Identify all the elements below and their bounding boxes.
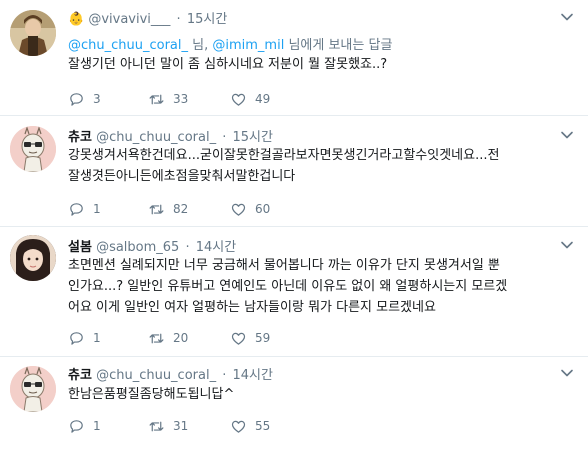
- heart-outline-icon: [231, 332, 246, 345]
- chevron-down-icon[interactable]: [560, 238, 574, 252]
- reply-count: 1: [93, 202, 101, 216]
- tweet-header: 👶 @vivavivi___ · 15시간: [68, 8, 227, 27]
- like-count: 49: [255, 92, 271, 106]
- tweet-text-line: 한남은품평질좀당해도됩니답^: [68, 387, 235, 402]
- retweet-button[interactable]: 33: [148, 90, 188, 108]
- like-count: 55: [255, 419, 271, 433]
- timestamp[interactable]: 14시간: [196, 240, 236, 255]
- reply-count: 1: [93, 419, 101, 433]
- user-handle[interactable]: @chu_chuu_coral_: [96, 368, 216, 383]
- avatar-photo: [10, 235, 56, 281]
- heart-outline-icon: [231, 203, 246, 216]
- tweet-text-line: 잘생겻든아니든에초점을맞춰서말한겁니다: [68, 169, 296, 184]
- retweet-arrows-icon: [149, 333, 164, 343]
- like-count: 60: [255, 202, 271, 216]
- tweet-text: 잘생기던 아니던 말이 좀 심하시네요 저분이 뭘 잘못했죠..?: [68, 54, 578, 75]
- retweet-arrows-icon: [149, 204, 164, 214]
- heart-outline-icon: [231, 93, 246, 106]
- user-handle[interactable]: @vivavivi___: [88, 12, 170, 27]
- chevron-down-icon[interactable]: [560, 10, 574, 24]
- speech-bubble-icon: [70, 419, 83, 433]
- separator-dot: ·: [222, 368, 227, 383]
- avatar[interactable]: [10, 235, 56, 281]
- reply-button[interactable]: 1: [68, 200, 101, 218]
- display-name[interactable]: 츄코: [68, 368, 92, 383]
- display-name[interactable]: 설봄: [68, 240, 92, 255]
- retweet-button[interactable]: 20: [148, 329, 188, 347]
- retweet-arrows-icon: [149, 94, 164, 104]
- retweet-count: 33: [173, 92, 189, 106]
- tweet-text-line: 잘생기던 아니던 말이 좀 심하시네요 저분이 뭘 잘못했죠..?: [68, 57, 388, 72]
- avatar[interactable]: [10, 126, 56, 172]
- avatar-photo: [10, 10, 56, 56]
- like-button[interactable]: 55: [230, 417, 270, 435]
- speech-bubble-icon: [70, 92, 83, 106]
- tweet-text: 한남은품평질좀당해도됩니답^: [68, 384, 578, 405]
- avatar[interactable]: [10, 10, 56, 56]
- timestamp[interactable]: 14시간: [233, 368, 273, 383]
- like-button[interactable]: 49: [230, 90, 270, 108]
- separator-dot: ·: [176, 12, 181, 27]
- retweet-count: 20: [173, 331, 189, 345]
- tweet-text-line: 초면멘션 실례되지만 너무 궁금해서 물어봅니다 까는 이유가 단지 못생겨서일…: [68, 258, 500, 273]
- display-name[interactable]: 👶: [68, 12, 84, 27]
- retweet-button[interactable]: 82: [148, 200, 188, 218]
- mention-link[interactable]: @chu_chuu_coral_: [68, 38, 188, 53]
- mention-link[interactable]: @imim_mil: [212, 38, 284, 53]
- reply-context: @chu_chuu_coral_ 님, @imim_mil 님에게 보내는 답글: [68, 34, 392, 53]
- retweet-button[interactable]: 31: [148, 417, 188, 435]
- tweet-text-line: 인가요...? 일반인 유튜버고 연예인도 아닌데 이유도 없이 왜 얼평하시는…: [68, 279, 508, 294]
- tweet[interactable]: 츄코 @chu_chuu_coral_ · 14시간 한남은품평질좀당해도됩니답…: [0, 357, 588, 451]
- reply-context-suffix: 님에게 보내는 답글: [284, 38, 393, 53]
- tweet[interactable]: 👶 @vivavivi___ · 15시간 @chu_chuu_coral_ 님…: [0, 0, 588, 114]
- separator-dot: ·: [185, 240, 190, 255]
- tweet-text-line: 어요 이게 일반인 여자 얼평하는 남자들이랑 뭐가 다른지 모르겠네요: [68, 300, 436, 315]
- reply-context-sep: 님,: [188, 38, 213, 53]
- tweet[interactable]: 설봄 @salbom_65 · 14시간 초면멘션 실례되지만 너무 궁금해서 …: [0, 227, 588, 355]
- speech-bubble-icon: [70, 202, 83, 216]
- chevron-down-icon[interactable]: [560, 366, 574, 380]
- speech-bubble-icon: [70, 331, 83, 345]
- tweet-header: 설봄 @salbom_65 · 14시간: [68, 236, 236, 255]
- chevron-down-icon[interactable]: [560, 128, 574, 142]
- avatar-cartoon: [10, 366, 56, 412]
- reply-count: 1: [93, 331, 101, 345]
- heart-outline-icon: [231, 420, 246, 433]
- retweet-count: 82: [173, 202, 189, 216]
- tweet-header: 츄코 @chu_chuu_coral_ · 15시간: [68, 126, 273, 145]
- like-button[interactable]: 59: [230, 329, 270, 347]
- like-button[interactable]: 60: [230, 200, 270, 218]
- retweet-arrows-icon: [149, 421, 164, 431]
- user-handle[interactable]: @chu_chuu_coral_: [96, 130, 216, 145]
- tweet[interactable]: 츄코 @chu_chuu_coral_ · 15시간 강못생겨서욕한건데요...…: [0, 116, 588, 226]
- like-count: 59: [255, 331, 271, 345]
- retweet-count: 31: [173, 419, 189, 433]
- display-name[interactable]: 츄코: [68, 130, 92, 145]
- avatar-cartoon: [10, 126, 56, 172]
- reply-button[interactable]: 1: [68, 417, 101, 435]
- timestamp[interactable]: 15시간: [187, 12, 227, 27]
- separator-dot: ·: [222, 130, 227, 145]
- tweet-text: 강못생겨서욕한건데요...굳이잘못한걸골라보자면못생긴거라고할수잇겟네요...전…: [68, 145, 578, 187]
- reply-button[interactable]: 1: [68, 329, 101, 347]
- avatar[interactable]: [10, 366, 56, 412]
- reply-button[interactable]: 3: [68, 90, 101, 108]
- reply-count: 3: [93, 92, 101, 106]
- tweet-text: 초면멘션 실례되지만 너무 궁금해서 물어봅니다 까는 이유가 단지 못생겨서일…: [68, 255, 578, 318]
- timestamp[interactable]: 15시간: [233, 130, 273, 145]
- tweet-text-line: 강못생겨서욕한건데요...굳이잘못한걸골라보자면못생긴거라고할수잇겟네요...전: [68, 148, 500, 163]
- tweet-header: 츄코 @chu_chuu_coral_ · 14시간: [68, 364, 273, 383]
- user-handle[interactable]: @salbom_65: [96, 240, 179, 255]
